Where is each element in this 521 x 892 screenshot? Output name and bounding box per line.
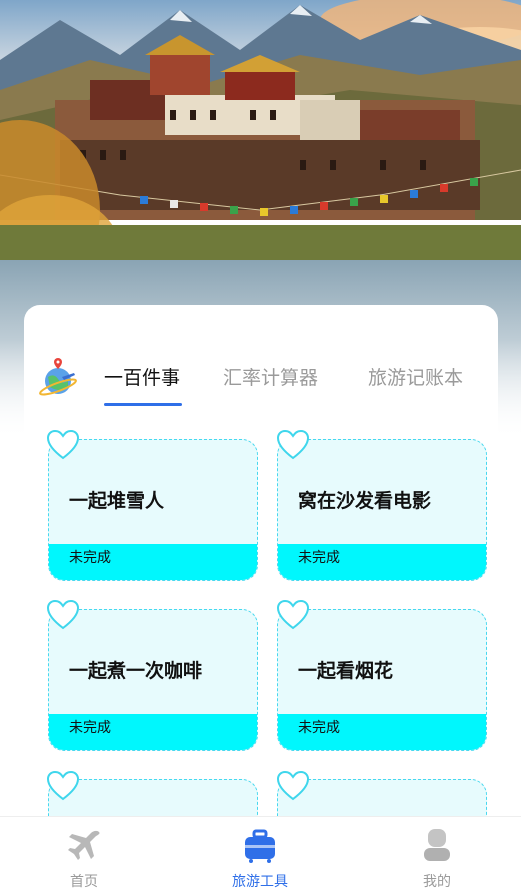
tab-hundred-things[interactable]: 一百件事 [104, 363, 180, 390]
nav-label: 我的 [423, 874, 451, 890]
user-icon [419, 829, 455, 863]
card-title: 一起看烟花 [298, 660, 394, 682]
card-title: 窝在沙发看电影 [298, 490, 432, 512]
heart-icon[interactable] [276, 770, 310, 802]
card-status: 未完成 [49, 714, 257, 750]
heart-icon[interactable] [46, 770, 80, 802]
heart-icon[interactable] [276, 599, 310, 631]
card-status: 未完成 [278, 544, 486, 580]
airplane-icon [66, 829, 102, 863]
nav-home[interactable]: 首页 [24, 817, 144, 892]
tab-travel-ledger[interactable]: 旅游记账本 [368, 363, 463, 390]
active-tab-indicator [104, 403, 182, 406]
tab-bar: 一百件事 汇率计算器 旅游记账本 [24, 305, 498, 415]
heart-icon[interactable] [46, 429, 80, 461]
nav-label: 首页 [70, 874, 98, 890]
bottom-nav: 首页 旅游工具 我的 [0, 816, 521, 892]
card-title: 一起堆雪人 [69, 490, 165, 512]
nav-profile[interactable]: 我的 [377, 817, 497, 892]
heart-icon[interactable] [276, 429, 310, 461]
card-title: 一起煮一次咖啡 [69, 660, 203, 682]
tab-exchange-calculator[interactable]: 汇率计算器 [223, 363, 318, 390]
nav-label: 旅游工具 [232, 874, 288, 890]
heart-icon[interactable] [46, 599, 80, 631]
suitcase-icon [242, 829, 278, 863]
card-status: 未完成 [278, 714, 486, 750]
card-status: 未完成 [49, 544, 257, 580]
nav-travel-tools[interactable]: 旅游工具 [200, 817, 320, 892]
globe-travel-icon [38, 357, 78, 397]
